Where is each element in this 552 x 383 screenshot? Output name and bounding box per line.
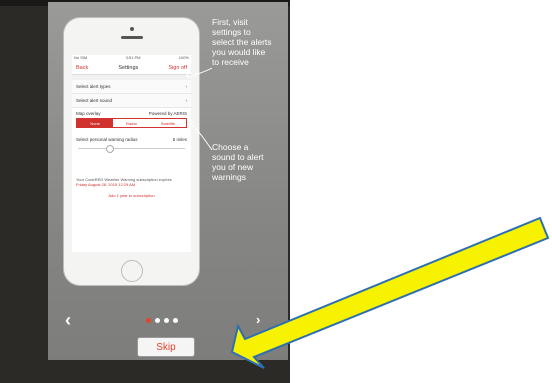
highlight-arrow: [230, 216, 550, 369]
yellow-arrow-shape: [230, 216, 550, 369]
